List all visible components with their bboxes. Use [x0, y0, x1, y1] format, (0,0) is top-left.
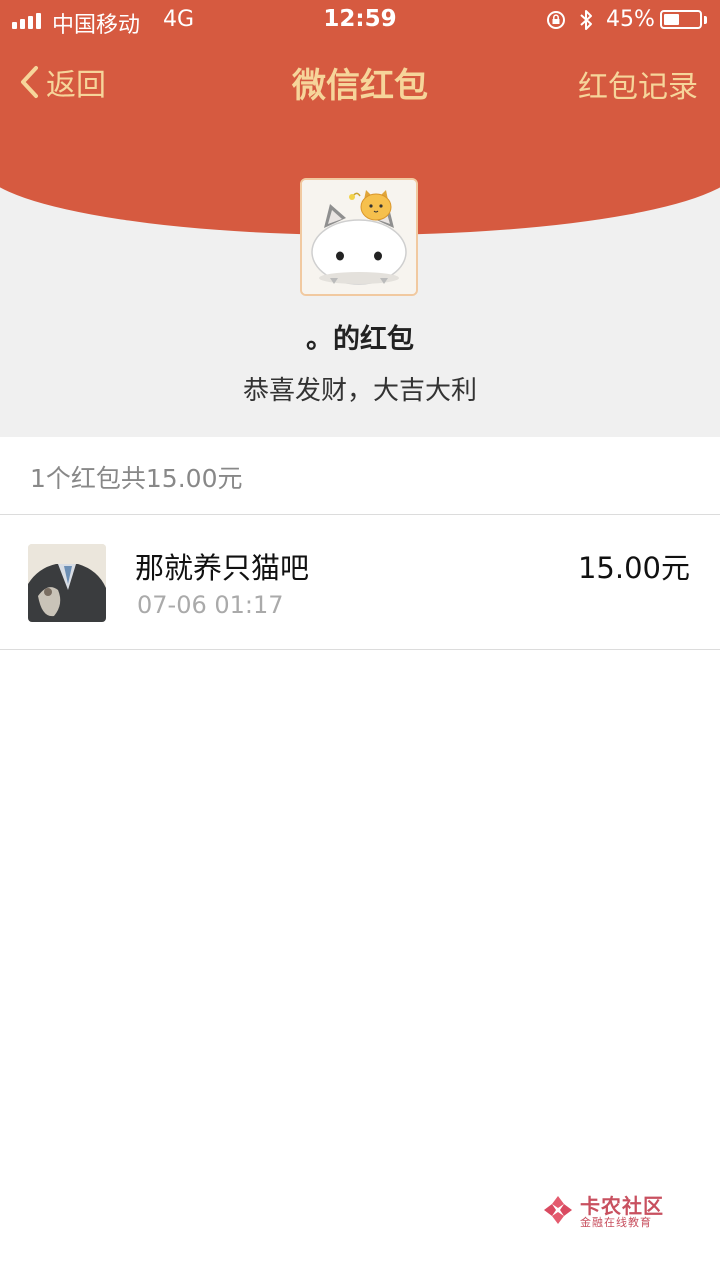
bluetooth-icon — [580, 10, 592, 30]
cat-avatar-image — [302, 180, 416, 294]
person-avatar-image — [28, 544, 106, 622]
receiver-avatar[interactable] — [28, 544, 106, 622]
red-packet-records-link[interactable]: 红包记录 — [578, 62, 698, 106]
rotation-lock-icon — [547, 11, 565, 29]
receiver-name: 那就养只猫吧 — [135, 551, 310, 585]
list-item[interactable]: 那就养只猫吧 07-06 01:17 15.00元 — [0, 515, 720, 650]
battery-icon — [660, 10, 702, 29]
watermark: 卡农社区 金融在线教育 — [540, 1190, 680, 1230]
received-amount: 15.00元 — [577, 551, 690, 585]
battery-percent: 45% — [606, 7, 655, 32]
greeting-message: 恭喜发财，大吉大利 — [242, 376, 477, 406]
sender-avatar[interactable] — [300, 178, 418, 296]
sender-title: 。的红包 — [306, 324, 414, 355]
battery-level — [664, 14, 679, 25]
battery-tip — [704, 16, 707, 24]
summary-bar: 1个红包共15.00元 — [0, 437, 720, 515]
status-bar: 中国移动 4G 12:59 45% — [0, 0, 720, 40]
receive-time: 07-06 01:17 — [137, 591, 284, 619]
summary-text: 1个红包共15.00元 — [30, 464, 243, 493]
kanong-logo-icon — [544, 1196, 572, 1224]
watermark-subtitle: 金融在线教育 — [580, 1216, 652, 1229]
